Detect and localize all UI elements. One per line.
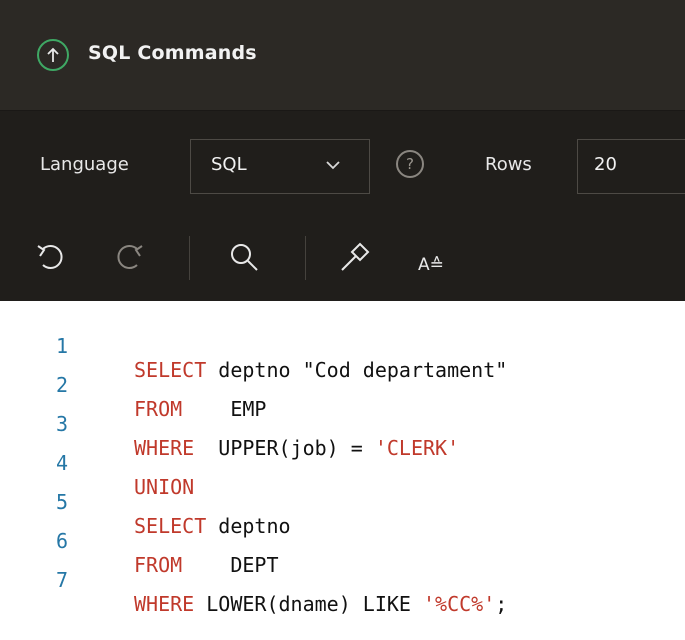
rows-label: Rows — [485, 154, 532, 175]
code-text: deptno "Cod departament" — [206, 358, 508, 382]
code-text: DEPT — [182, 553, 279, 577]
format-button[interactable]: A≙ — [418, 255, 444, 275]
language-select-value: SQL — [211, 154, 247, 175]
code-text: deptno — [206, 514, 291, 538]
code-line: 5 SELECT deptno — [0, 466, 291, 538]
code-text: EMP — [182, 397, 267, 421]
code-line: 4 UNION — [0, 427, 194, 499]
code-text: UPPER(job) = 'CLERK' — [194, 436, 460, 460]
toolbar-divider — [189, 236, 190, 280]
hammer-icon[interactable] — [338, 240, 372, 274]
sql-keyword: WHERE — [134, 436, 195, 460]
sql-keyword: SELECT — [134, 514, 207, 538]
options-bar: Language SQL ? Rows 20 — [0, 111, 685, 216]
code-line: 3 WHERE UPPER(job) = 'CLERK' — [0, 388, 459, 460]
sql-keyword: UNION — [134, 475, 195, 499]
code-line: 1 SELECT deptno "Cod departament" — [0, 310, 507, 382]
editor-toolbar: A≙ — [0, 216, 685, 301]
line-number: 7 — [55, 568, 69, 592]
line-number: 5 — [55, 490, 69, 514]
help-icon[interactable]: ? — [396, 150, 424, 178]
line-number: 1 — [55, 334, 69, 358]
code-line: 6 FROM DEPT — [0, 505, 279, 577]
region-header: SQL Commands — [0, 0, 685, 111]
line-number: 6 — [55, 529, 69, 553]
line-number: 2 — [55, 373, 69, 397]
code-line: 7 WHERE LOWER(dname) LIKE '%CC%'; — [0, 544, 507, 616]
rows-input-value: 20 — [594, 154, 617, 175]
code-line: 2 FROM EMP — [0, 349, 267, 421]
language-label: Language — [40, 154, 129, 175]
redo-icon[interactable] — [112, 240, 146, 274]
chevron-down-icon — [326, 161, 340, 170]
sql-keyword: SELECT — [134, 358, 207, 382]
undo-icon[interactable] — [34, 240, 68, 274]
sql-keyword: FROM — [134, 397, 183, 421]
toolbar-divider — [305, 236, 306, 280]
page-title: SQL Commands — [88, 42, 257, 64]
line-number: 3 — [55, 412, 69, 436]
sql-keyword: WHERE — [134, 592, 195, 616]
language-select[interactable]: SQL — [190, 139, 370, 194]
sql-keyword: FROM — [134, 553, 183, 577]
code-editor[interactable]: 1 SELECT deptno "Cod departament" 2 FROM… — [0, 301, 685, 616]
search-icon[interactable] — [227, 240, 261, 274]
rows-input[interactable]: 20 — [577, 139, 685, 194]
arrow-up-circle-icon[interactable] — [37, 39, 69, 71]
code-text: LOWER(dname) LIKE '%CC%'; — [194, 592, 508, 616]
line-number: 4 — [55, 451, 69, 475]
